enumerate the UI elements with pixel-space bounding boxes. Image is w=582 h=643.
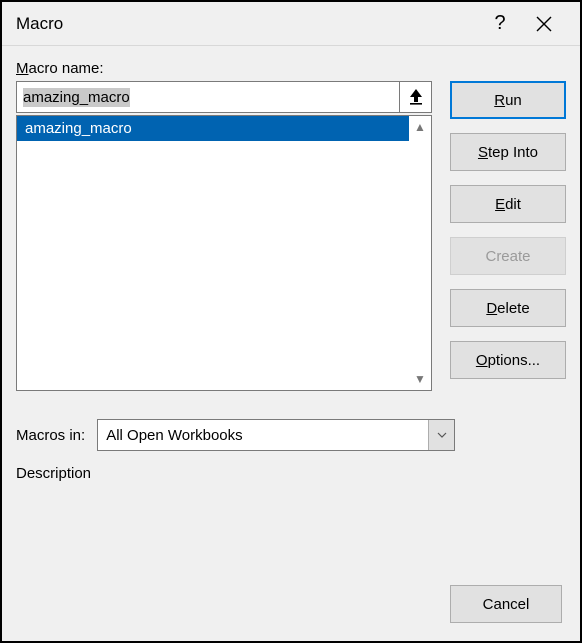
step-into-button[interactable]: Step Into — [450, 133, 566, 171]
titlebar: Macro ? — [2, 2, 580, 46]
chevron-down-icon: ▼ — [414, 372, 426, 386]
list-scrollbar[interactable]: ▲ ▼ — [409, 116, 431, 390]
list-item[interactable]: amazing_macro — [17, 116, 409, 141]
dialog-content: Macro name: amazing_macro — [2, 46, 580, 641]
list-items: amazing_macro — [17, 116, 409, 390]
combo-dropdown-button[interactable] — [428, 420, 454, 450]
chevron-down-icon — [437, 432, 447, 438]
run-button[interactable]: Run — [450, 81, 566, 119]
macro-listbox[interactable]: amazing_macro ▲ ▼ — [16, 115, 432, 391]
assign-button[interactable] — [400, 81, 432, 113]
combo-value: All Open Workbooks — [98, 420, 428, 450]
close-button[interactable] — [522, 2, 566, 46]
macros-in-combo[interactable]: All Open Workbooks — [97, 419, 455, 451]
dialog-title: Macro — [16, 14, 478, 34]
macros-in-label: Macros in: — [16, 427, 85, 444]
edit-button[interactable]: Edit — [450, 185, 566, 223]
macro-dialog: Macro ? Macro name: amazing_macro — [0, 0, 582, 643]
macros-in-row: Macros in: All Open Workbooks — [16, 419, 566, 451]
left-column: amazing_macro amazing_macro — [16, 81, 432, 391]
create-button: Create — [450, 237, 566, 275]
description-label: Description — [16, 465, 566, 482]
close-icon — [536, 16, 552, 32]
macro-name-input[interactable]: amazing_macro — [16, 81, 400, 113]
help-button[interactable]: ? — [478, 2, 522, 46]
name-row: amazing_macro — [16, 81, 432, 113]
macro-name-value: amazing_macro — [23, 88, 130, 107]
chevron-up-icon: ▲ — [414, 120, 426, 134]
arrow-up-icon — [407, 88, 425, 106]
delete-button[interactable]: Delete — [450, 289, 566, 327]
button-column: Run Step Into Edit Create Delete Options… — [450, 81, 566, 379]
cancel-button[interactable]: Cancel — [450, 585, 562, 623]
footer: Cancel — [450, 585, 562, 623]
macro-name-label: Macro name: — [16, 60, 566, 77]
main-row: amazing_macro amazing_macro — [16, 81, 566, 391]
options-button[interactable]: Options... — [450, 341, 566, 379]
